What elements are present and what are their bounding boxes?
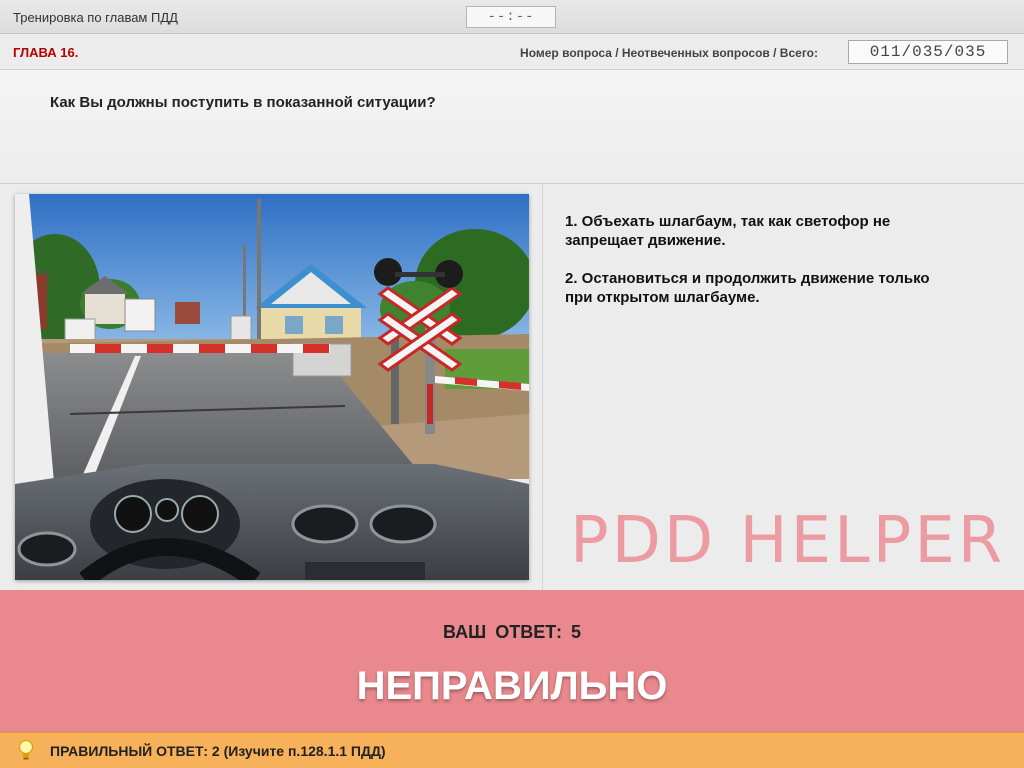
answer-option-2[interactable]: 2. Остановиться и продолжить движение то… (565, 269, 1005, 307)
correct-answer-text: ПРАВИЛЬНЫЙ ОТВЕТ: 2 (Изучите п.128.1.1 П… (50, 743, 386, 759)
main-area: 1. Объехать шлагбаум, так как светофор н… (0, 184, 1024, 590)
answer-option-1[interactable]: 1. Объехать шлагбаум, так как светофор н… (565, 212, 1005, 250)
result-area: ВАШ ОТВЕТ: 5 НЕПРАВИЛЬНО (0, 590, 1024, 732)
question-counter-label: Номер вопроса / Неотвеченных вопросов / … (520, 46, 818, 60)
verdict-text: НЕПРАВИЛЬНО (356, 664, 668, 708)
app-title: Тренировка по главам ПДД (13, 10, 178, 25)
answers-list: 1. Объехать шлагбаум, так как светофор н… (565, 212, 1005, 326)
chapter-title: ГЛАВА 16. (13, 45, 79, 60)
question-counter: 011/035/035 (848, 40, 1008, 64)
question-image-panel (0, 184, 543, 590)
question-image (15, 194, 529, 580)
your-answer-text: ВАШ ОТВЕТ: 5 (443, 622, 581, 642)
timer-display: --:-- (466, 6, 556, 28)
lightbulb-icon (18, 739, 34, 760)
question-area: Как Вы должны поступить в показанной сит… (0, 70, 1024, 184)
correct-answer-bar: ПРАВИЛЬНЫЙ ОТВЕТ: 2 (Изучите п.128.1.1 П… (0, 732, 1024, 768)
top-bar: Тренировка по главам ПДД --:-- (0, 0, 1024, 34)
watermark-logo: PDD HELPER (570, 504, 1006, 578)
chapter-bar: ГЛАВА 16. Номер вопроса / Неотвеченных в… (0, 34, 1024, 70)
question-text: Как Вы должны поступить в показанной сит… (50, 94, 436, 111)
